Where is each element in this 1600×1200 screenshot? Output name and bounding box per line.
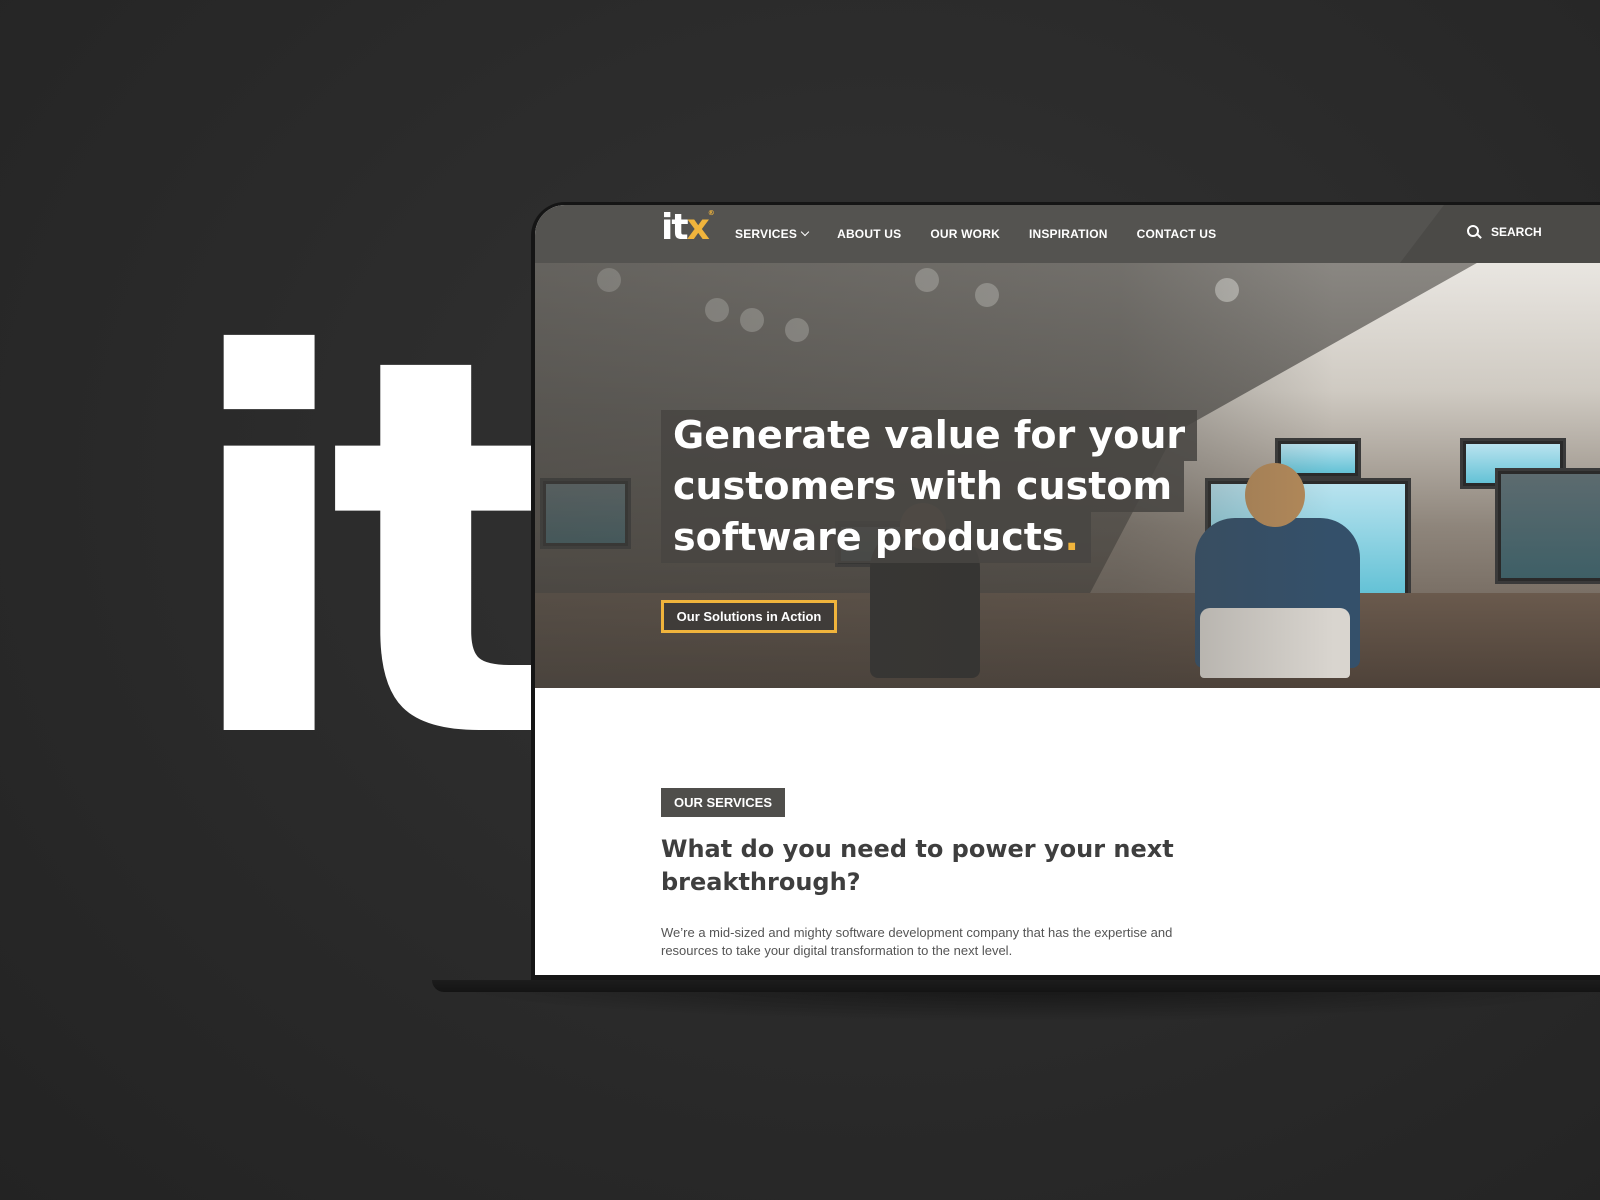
nav-item-about-us[interactable]: ABOUT US: [837, 227, 901, 241]
hero-section: Generate value for your customers with c…: [535, 263, 1600, 688]
logo-text-accent: x: [686, 207, 710, 248]
headline-line: customers with custom: [661, 461, 1185, 512]
search-label: SEARCH: [1491, 225, 1542, 239]
site-header: itx® SERVICES ABOUT US OUR WORK INSPIRAT…: [535, 205, 1600, 263]
nav-item-label: OUR WORK: [930, 227, 1000, 241]
headline-accent-period: .: [1064, 515, 1079, 559]
nav-item-inspiration[interactable]: INSPIRATION: [1029, 227, 1108, 241]
nav-item-our-work[interactable]: OUR WORK: [930, 227, 1000, 241]
headline-line: Generate value for your: [661, 410, 1198, 461]
services-badge: OUR SERVICES: [661, 788, 786, 817]
nav-item-contact-us[interactable]: CONTACT US: [1137, 227, 1217, 241]
nav-item-label: INSPIRATION: [1028, 227, 1108, 241]
solutions-cta-button[interactable]: Our Solutions in Action: [661, 600, 837, 633]
search-button[interactable]: SEARCH: [1467, 225, 1542, 239]
chevron-down-icon: [800, 227, 810, 237]
services-description: We’re a mid-sized and mighty software de…: [661, 925, 1173, 958]
nav-item-label: CONTACT US: [1136, 227, 1217, 241]
search-icon: [1467, 225, 1482, 239]
logo-trademark: ®: [707, 209, 715, 217]
nav-item-label: ABOUT US: [837, 227, 902, 241]
headline-line-text: software products: [673, 515, 1065, 559]
site-logo[interactable]: itx®: [661, 210, 715, 246]
nav-item-services[interactable]: SERVICES: [735, 227, 810, 241]
presentation-stage: itx itx® SERVICES ABOUT US OUR WORK INSP…: [0, 0, 1600, 1200]
laptop-base: [432, 980, 1600, 992]
logo-text-main: it: [661, 207, 689, 248]
laptop-screen: itx® SERVICES ABOUT US OUR WORK INSPIRAT…: [535, 205, 1600, 975]
main-nav: SERVICES ABOUT US OUR WORK INSPIRATION C…: [735, 227, 1245, 241]
headline-line: software products.: [661, 512, 1091, 563]
hero-headline: Generate value for your customers with c…: [661, 410, 1198, 563]
services-title: What do you need to power your next brea…: [661, 835, 1174, 896]
nav-item-label: SERVICES: [735, 227, 798, 241]
